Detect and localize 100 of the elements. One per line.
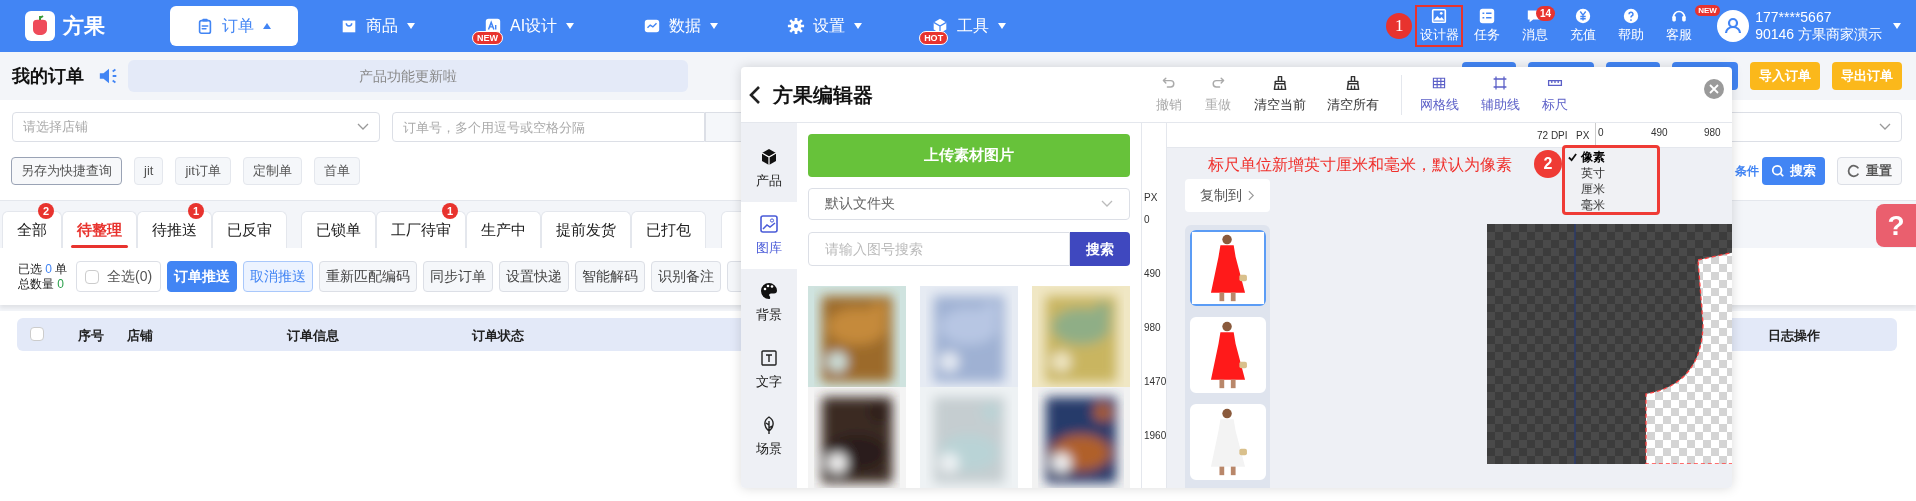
action-button[interactable]: 识别备注 [651, 261, 722, 292]
cube-icon [759, 146, 779, 167]
column-header: 订单信息 [287, 327, 339, 345]
tag: NEW [1695, 5, 1720, 16]
caret-icon [406, 21, 416, 31]
editor-sidebar-item[interactable]: 图库 [741, 202, 797, 269]
quick-query-button[interactable]: 另存为快捷查询 [11, 157, 122, 185]
column-header: 序号 [78, 327, 104, 345]
caret-icon [565, 21, 576, 31]
help-icon [1622, 7, 1641, 26]
status-tab[interactable]: 生产中 [466, 211, 541, 248]
status-tab[interactable]: 已锁单 [301, 211, 376, 248]
editor-tool-button[interactable]: 清空所有 [1318, 69, 1388, 120]
action-button[interactable]: 订单推送 [167, 261, 238, 292]
action-button[interactable]: 重新匹配编码 [319, 261, 418, 292]
checklist-icon [1478, 7, 1497, 26]
nav-item[interactable]: 设置 [761, 6, 890, 46]
search-button[interactable]: 搜索 [1762, 157, 1825, 185]
clipboard-icon [196, 17, 214, 35]
close-icon[interactable] [1704, 79, 1724, 99]
menu-item[interactable]: 毫米 [1568, 197, 1657, 213]
nav-item[interactable]: 订单 [170, 6, 298, 46]
nav-item[interactable]: AI设计 NEW [458, 6, 602, 46]
toolbar-item[interactable]: 设计器 [1415, 5, 1464, 47]
count-badge: 1 [442, 203, 458, 219]
editor-title: 方果编辑器 [773, 82, 874, 108]
menu-item[interactable]: 英寸 [1568, 165, 1657, 181]
avatar-icon[interactable] [1717, 10, 1750, 42]
total-count-text: 总数量 0 [18, 276, 66, 292]
chevron-down-icon [357, 123, 369, 131]
nav-item[interactable]: 工具 HOT [905, 6, 1034, 46]
toolbar-item[interactable]: 任务 [1471, 5, 1504, 47]
action-button[interactable]: 同步订单 [423, 261, 494, 292]
quick-query-button[interactable]: 首单 [313, 157, 360, 185]
user-phone: 177****5667 [1755, 9, 1833, 26]
nav-item[interactable]: 商品 [314, 6, 442, 46]
yen-icon [1574, 7, 1593, 26]
quick-query-button[interactable]: jit [134, 157, 164, 185]
editor-sidebar-item[interactable]: 场景 [741, 403, 797, 470]
action-button[interactable]: 智能解码 [575, 261, 646, 292]
action-button[interactable]: 设置快递 [499, 261, 570, 292]
editor-sidebar-item[interactable]: 背景 [741, 269, 797, 336]
count-badge: 1 [188, 203, 204, 219]
reset-button[interactable]: 重置 [1837, 157, 1902, 185]
palette-icon [759, 280, 779, 301]
chart-icon [643, 17, 662, 35]
more-conditions-link[interactable]: 条件 [1735, 162, 1759, 180]
status-tab[interactable]: 待整理 [62, 211, 137, 248]
checkbox[interactable] [30, 327, 44, 341]
menu-item[interactable]: 厘米 [1568, 181, 1657, 197]
chevron-down-icon [1101, 199, 1113, 208]
caret-icon[interactable] [1892, 21, 1902, 31]
guides-icon [1492, 74, 1508, 91]
editor-tool-button[interactable]: 辅助线 [1464, 69, 1536, 120]
copy-to-button[interactable]: 复制到 [1185, 179, 1270, 212]
caret-icon [262, 21, 272, 31]
order-number-field[interactable]: 订单号，多个用逗号或空格分隔 [392, 112, 705, 142]
caret-icon [853, 21, 864, 31]
page-title: 我的订单 [12, 64, 85, 88]
image-icon [1430, 7, 1449, 26]
back-icon[interactable] [749, 84, 761, 105]
dpi-label: 72 DPI [1537, 129, 1568, 143]
quick-query-button[interactable]: 定制单 [242, 157, 302, 185]
search-button[interactable]: 搜索 [1070, 232, 1130, 266]
image-search-field[interactable]: 请输入图号搜索 [808, 232, 1070, 266]
callout-marker: 1 [1386, 13, 1413, 39]
vertical-ruler: PX 0 490 980 1470 1960 [1142, 123, 1167, 488]
brush-icon [1272, 74, 1288, 91]
text-icon [759, 347, 779, 368]
toolbar-item[interactable]: 充值 [1567, 5, 1600, 47]
status-tab[interactable]: 已反审 [212, 211, 287, 248]
reload-icon [1847, 164, 1861, 178]
nav-item[interactable]: 数据 [617, 6, 746, 46]
column-header: 店铺 [127, 327, 153, 345]
editor-tool-button[interactable]: 清空当前 [1242, 69, 1318, 120]
editor-tool-button[interactable]: 网格线 [1414, 69, 1464, 120]
unit-label[interactable]: PX [1576, 128, 1590, 143]
editor-tool-button[interactable]: 标尺 [1536, 69, 1574, 120]
logo-icon [25, 11, 55, 41]
editor-sidebar-item[interactable]: 文字 [741, 336, 797, 403]
notice-bar: 产品功能更新啦 [128, 60, 688, 92]
quick-query-button[interactable]: jit订单 [175, 157, 231, 185]
brush-icon [1345, 74, 1361, 91]
brand-name: 方果 [63, 13, 106, 40]
folder-select[interactable]: 默认文件夹 [808, 187, 1130, 221]
status-tab[interactable]: 已打包 [631, 211, 706, 248]
gear-icon [787, 17, 806, 35]
tag: HOT [919, 31, 949, 45]
menu-item[interactable]: 像素 [1568, 149, 1657, 165]
count-badge: 14 [1536, 6, 1556, 21]
select-all-checkbox[interactable]: 全选(0) [76, 261, 162, 292]
toolbar-item[interactable]: 帮助 [1615, 5, 1648, 47]
toolbar-item[interactable]: 客服 [1663, 5, 1696, 47]
editor-sidebar-item[interactable]: 产品 [741, 135, 797, 202]
column-header: 订单状态 [472, 327, 524, 345]
status-tab[interactable]: 提前发货 [541, 211, 631, 248]
search-icon [1771, 164, 1785, 178]
column-header: 日志操作 [1768, 327, 1820, 345]
chevron-down-icon [1879, 123, 1891, 131]
check-icon [1568, 152, 1577, 162]
